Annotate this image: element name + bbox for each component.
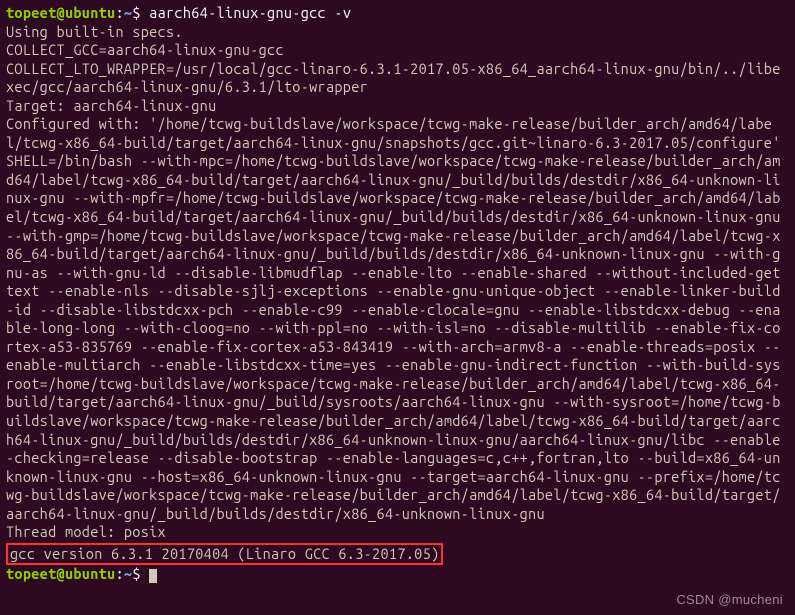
output-collect-gcc: COLLECT_GCC=aarch64-linux-gnu-gcc: [6, 41, 789, 60]
highlighted-version: gcc version 6.3.1 20170404 (Linaro GCC 6…: [6, 543, 443, 566]
prompt-colon: :: [115, 565, 123, 582]
terminal[interactable]: topeet@ubuntu:~$ aarch64-linux-gnu-gcc -…: [6, 4, 789, 584]
output-configured: Configured with: '/home/tcwg-buildslave/…: [6, 115, 789, 523]
prompt-colon: :: [115, 4, 123, 21]
cursor-icon: [149, 569, 157, 583]
prompt-user-host: topeet@ubuntu: [6, 4, 115, 21]
prompt-dollar: $: [132, 565, 140, 582]
output-thread-model: Thread model: posix: [6, 523, 789, 542]
output-version: gcc version 6.3.1 20170404 (Linaro GCC 6…: [10, 545, 439, 562]
output-lto-wrapper: COLLECT_LTO_WRAPPER=/usr/local/gcc-linar…: [6, 60, 789, 97]
prompt-dollar: $: [132, 4, 140, 21]
command-input[interactable]: aarch64-linux-gnu-gcc -v: [149, 4, 351, 21]
output-specs: Using built-in specs.: [6, 23, 789, 42]
prompt-line-1: topeet@ubuntu:~$ aarch64-linux-gnu-gcc -…: [6, 4, 789, 23]
watermark: CSDN @mucheni: [676, 592, 783, 609]
prompt-user-host: topeet@ubuntu: [6, 565, 115, 582]
output-target: Target: aarch64-linux-gnu: [6, 97, 789, 116]
prompt-line-2: topeet@ubuntu:~$: [6, 565, 789, 584]
